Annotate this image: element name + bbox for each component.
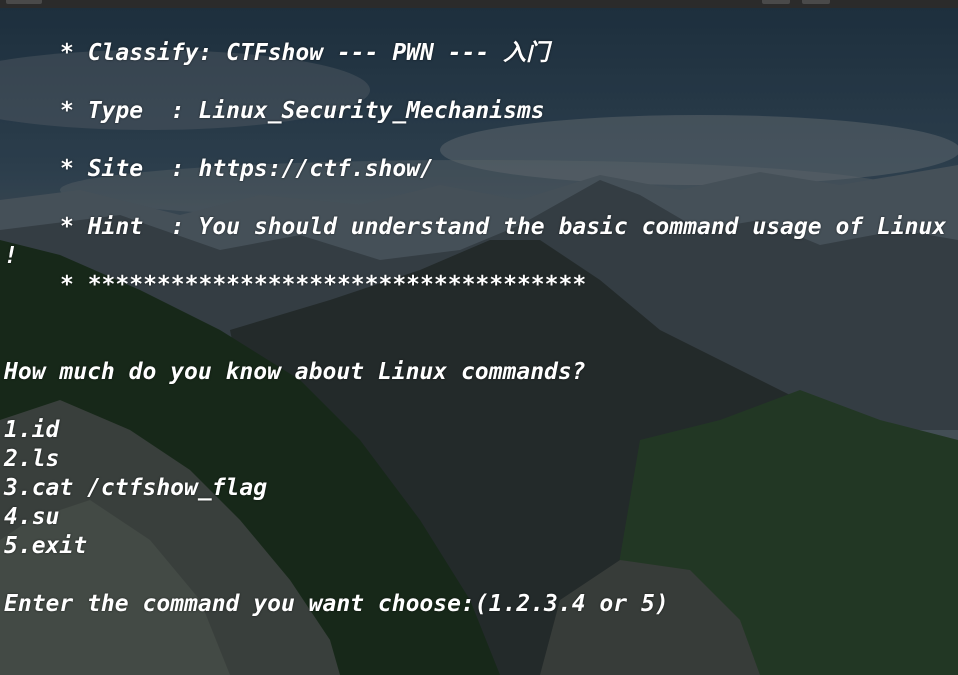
banner-type-line: * Type : Linux_Security_Mechanisms — [60, 98, 545, 124]
menu-option-2: 2.ls — [4, 446, 60, 472]
banner-hint-line: * Hint : You should understand the basic… — [60, 214, 947, 240]
command-input-prompt[interactable]: Enter the command you want choose:(1.2.3… — [4, 590, 669, 619]
banner-classify-line: * Classify: CTFshow --- PWN --- 入门 — [60, 40, 550, 66]
banner-site-line: * Site : https://ctf.show/ — [60, 156, 434, 182]
menu-question: How much do you know about Linux command… — [4, 359, 586, 385]
menu-option-3: 3.cat /ctfshow_flag — [4, 475, 268, 501]
menu-option-1: 1.id — [4, 417, 60, 443]
terminal-output[interactable]: * Classify: CTFshow --- PWN --- 入门 * Typ… — [0, 0, 958, 675]
banner-hint-wrap: ! — [4, 243, 18, 269]
menu-option-5: 5.exit — [4, 533, 88, 559]
menu-option-4: 4.su — [4, 504, 60, 530]
banner-stars-line: * ************************************ — [60, 272, 587, 298]
